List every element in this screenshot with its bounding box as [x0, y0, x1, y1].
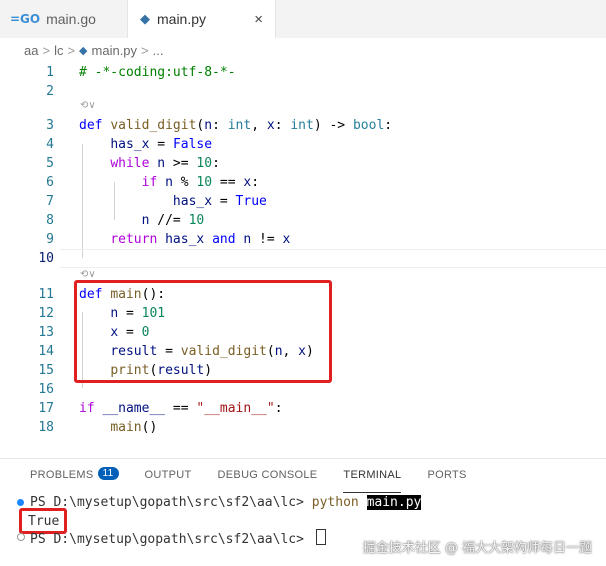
problems-count-badge: 11 — [97, 467, 119, 480]
bottom-panel: PROBLEMS 11 OUTPUT DEBUG CONSOLE TERMINA… — [0, 458, 606, 566]
line-number: 8 — [46, 213, 54, 228]
tab-main-py[interactable]: ◆ main.py × — [128, 0, 276, 38]
code-text: # -*-coding:utf-8-*- — [79, 65, 236, 80]
code-lens-icon[interactable]: ⟲∨ — [80, 100, 96, 112]
line-number: 11 — [38, 287, 54, 302]
code-text: return has_x and n != x — [110, 232, 291, 247]
breadcrumb-item-aa[interactable]: aa — [24, 43, 38, 58]
tab-output[interactable]: OUTPUT — [145, 469, 192, 493]
panel-tabs: PROBLEMS 11 OUTPUT DEBUG CONSOLE TERMINA… — [30, 467, 493, 493]
tab-label: DEBUG CONSOLE — [217, 469, 318, 481]
terminal-arg: main.py — [366, 495, 422, 510]
tab-label: OUTPUT — [144, 469, 192, 481]
line-number: 5 — [46, 156, 54, 171]
line-number: 7 — [46, 194, 54, 209]
tab-label: PROBLEMS — [30, 469, 94, 481]
code-text: has_x = False — [110, 137, 213, 152]
code-text: if __name__ == "__main__": — [79, 401, 283, 416]
terminal-prompt: PS D:\mysetup\gopath\src\sf2\aa\lc> — [30, 495, 312, 510]
line-number: 17 — [38, 401, 54, 416]
terminal-line[interactable]: PS D:\mysetup\gopath\src\sf2\aa\lc> — [30, 529, 326, 547]
code-text: if n % 10 == x: — [141, 175, 260, 190]
line-number: 12 — [38, 306, 54, 321]
code-text: n //= 10 — [141, 213, 205, 228]
code-line: 7 has_x = True — [0, 192, 606, 211]
line-number: 3 — [46, 118, 54, 133]
code-text: has_x = True — [172, 194, 267, 209]
code-line: 6 if n % 10 == x: — [0, 173, 606, 192]
code-line: 3 def valid_digit(n: int, x: int) -> boo… — [0, 116, 606, 135]
tab-label: PORTS — [427, 469, 467, 481]
tab-label: TERMINAL — [343, 469, 402, 481]
python-icon: ◆ — [79, 44, 88, 57]
terminal-cursor — [315, 529, 326, 545]
code-line: 8 n //= 10 — [0, 211, 606, 230]
chevron-right-icon: > — [67, 42, 76, 58]
tab-main-go[interactable]: =GO main.go — [0, 0, 128, 38]
code-text: while n >= 10: — [110, 156, 220, 171]
tab-label: main.py — [157, 11, 207, 27]
chevron-right-icon: > — [141, 42, 149, 58]
current-line-highlight — [60, 249, 606, 268]
line-number: 1 — [46, 65, 54, 80]
python-icon: ◆ — [140, 11, 150, 26]
code-line: 4 has_x = False — [0, 135, 606, 154]
editor-tab-bar: =GO main.go ◆ main.py × — [0, 0, 606, 38]
code-text: def valid_digit(n: int, x: int) -> bool: — [79, 118, 393, 133]
tab-terminal[interactable]: TERMINAL — [343, 469, 402, 493]
line-number: 16 — [38, 382, 54, 397]
line-number: 15 — [38, 363, 54, 378]
tab-ports[interactable]: PORTS — [427, 469, 466, 493]
chevron-right-icon: > — [42, 42, 51, 58]
line-number: 9 — [46, 232, 54, 247]
code-text: main() — [110, 420, 158, 435]
tab-label: main.go — [46, 11, 96, 27]
code-line: 1 # -*-coding:utf-8-*- — [0, 63, 606, 82]
line-number: 6 — [46, 175, 54, 190]
code-editor[interactable]: ⟲∨ ⟲∨ 1 # -*-coding:utf-8-*- 2 3 def val… — [0, 62, 606, 458]
code-line: 9 return has_x and n != x — [0, 230, 606, 249]
code-line: 5 while n >= 10: — [0, 154, 606, 173]
breadcrumb: aa > lc > ◆ main.py > ... — [0, 38, 606, 62]
code-line: 17 if __name__ == "__main__": — [0, 399, 606, 418]
line-number: 13 — [38, 325, 54, 340]
line-number: 18 — [38, 420, 54, 435]
go-icon: =GO — [10, 12, 41, 26]
line-number: 14 — [38, 344, 54, 359]
command-success-dot — [17, 499, 24, 506]
close-icon[interactable]: × — [254, 11, 263, 28]
line-number: 10 — [38, 251, 54, 266]
line-number: 2 — [46, 84, 54, 99]
breadcrumb-item-lc[interactable]: lc — [54, 43, 63, 58]
line-number: 4 — [46, 137, 54, 152]
command-empty-dot — [17, 533, 25, 541]
tab-problems[interactable]: PROBLEMS 11 — [30, 467, 119, 493]
terminal-command: python — [311, 495, 359, 510]
breadcrumb-item-file[interactable]: main.py — [92, 43, 138, 58]
terminal-prompt: PS D:\mysetup\gopath\src\sf2\aa\lc> — [30, 532, 312, 547]
tab-debug-console[interactable]: DEBUG CONSOLE — [218, 469, 318, 493]
code-line: 2 — [0, 82, 606, 101]
watermark: 掘金技术社区 @ 福大大架构师每日一题 — [362, 541, 592, 556]
code-line-current: 10 — [0, 249, 606, 268]
terminal-line: PS D:\mysetup\gopath\src\sf2\aa\lc> pyth… — [30, 495, 422, 510]
breadcrumb-item-more[interactable]: ... — [153, 43, 164, 58]
code-line: 18 main() — [0, 418, 606, 437]
highlight-box — [74, 280, 332, 383]
